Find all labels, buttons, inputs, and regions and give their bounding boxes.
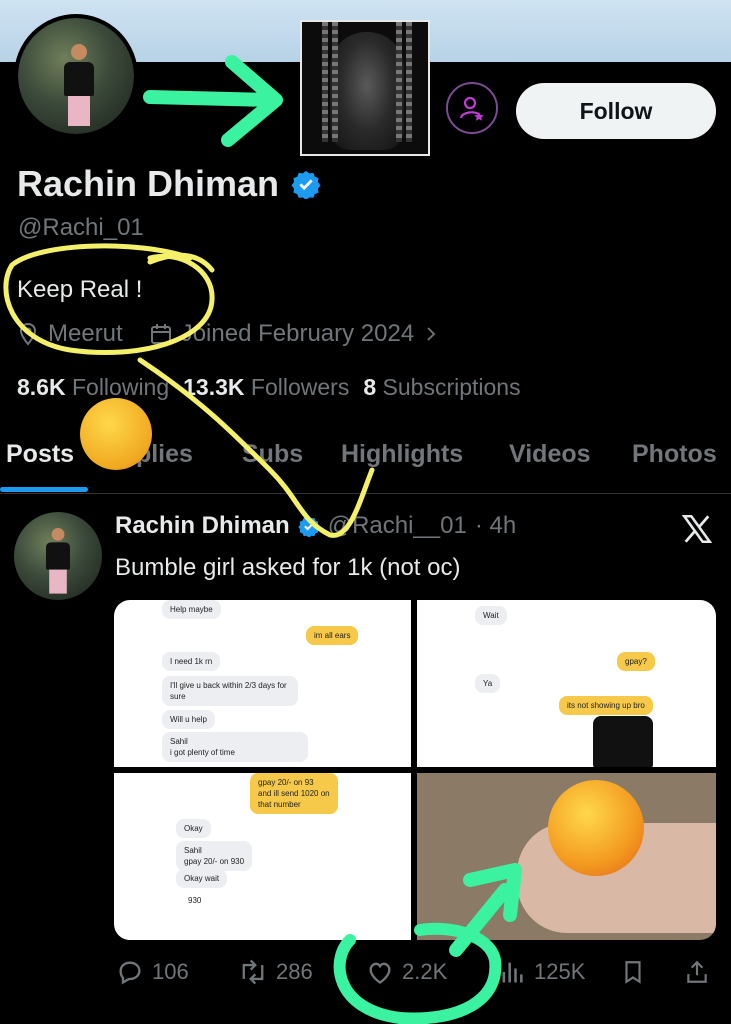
chevron-right-icon bbox=[427, 327, 436, 341]
chat-bubble: Help maybe bbox=[162, 600, 221, 619]
follow-button[interactable]: Follow bbox=[516, 83, 716, 139]
calendar-icon bbox=[150, 324, 171, 344]
chat-bubble: Sahil gpay 20/- on 930 bbox=[176, 841, 253, 871]
verified-badge-icon bbox=[298, 516, 320, 537]
tweet-author-name[interactable]: Rachin Dhiman bbox=[115, 512, 290, 540]
yellow-scribble-top bbox=[147, 252, 215, 273]
chat-bubble: Will u help bbox=[162, 710, 215, 729]
profile-handle: @Rachi_01 bbox=[18, 214, 144, 241]
tab-posts[interactable]: Posts bbox=[6, 440, 74, 469]
reply-icon bbox=[119, 961, 141, 985]
profile-meta: Meerut Joined February 2024 bbox=[16, 320, 440, 348]
tweet-text: Bumble girl asked for 1k (not oc) bbox=[115, 554, 461, 581]
x-logo-icon bbox=[680, 512, 714, 554]
subscribe-button[interactable] bbox=[446, 82, 498, 134]
chat-bubble: Sahil i got plenty of time bbox=[162, 732, 308, 762]
chat-bubble: im all ears bbox=[306, 626, 359, 645]
active-tab-indicator bbox=[0, 487, 88, 492]
view-count: 125K bbox=[534, 959, 586, 984]
share-button[interactable] bbox=[684, 958, 710, 986]
profile-name-row: Rachin Dhiman bbox=[17, 163, 321, 205]
profile-bio: Keep Real ! bbox=[17, 276, 143, 303]
media-image-2[interactable]: Wait gpay? Ya its not showing up bro bbox=[417, 600, 716, 767]
media-image-1[interactable]: Help maybe im all ears I need 1k rn I'll… bbox=[114, 600, 411, 767]
tab-highlights[interactable]: Highlights bbox=[341, 440, 463, 469]
chat-bubble: Okay bbox=[176, 819, 211, 838]
tweet-author-handle[interactable]: @Rachi__01 bbox=[328, 512, 467, 540]
subscriptions-stat[interactable]: 8 Subscriptions bbox=[363, 374, 520, 401]
location-pin-icon bbox=[19, 322, 37, 346]
tweet-time[interactable]: · 4h bbox=[475, 512, 516, 540]
like-count: 2.2K bbox=[402, 959, 448, 984]
angry-pointing-emoji-icon bbox=[548, 780, 644, 876]
profile-avatar[interactable] bbox=[14, 14, 138, 138]
chat-bubble: Wait bbox=[475, 606, 507, 625]
inserted-portrait-photo bbox=[300, 20, 430, 156]
views-button[interactable]: 125K bbox=[498, 958, 585, 986]
repost-icon bbox=[242, 959, 264, 985]
avatar-person bbox=[64, 44, 94, 126]
chat-bubble: gpay? bbox=[617, 652, 655, 671]
media-image-3[interactable]: gpay 20/- on 93 and ill send 1020 on tha… bbox=[114, 773, 411, 940]
following-stat[interactable]: 8.6K Following bbox=[17, 374, 169, 401]
profile-stats: 8.6K Following 13.3K Followers 8 Subscri… bbox=[17, 374, 521, 401]
heart-icon bbox=[369, 962, 391, 984]
tweet-header: Rachin Dhiman @Rachi__01 · 4h bbox=[115, 512, 516, 540]
like-button[interactable]: 2.2K bbox=[366, 958, 447, 986]
chat-bubble: its not showing up bro bbox=[559, 696, 653, 715]
chat-bubble: Ya bbox=[475, 674, 501, 693]
repost-count: 286 bbox=[276, 959, 313, 984]
green-arrow-to-photo bbox=[143, 55, 283, 147]
profile-name: Rachin Dhiman bbox=[17, 163, 280, 204]
bookmark-button[interactable] bbox=[620, 958, 646, 986]
views-bar-icon bbox=[502, 962, 523, 983]
reply-button[interactable]: 106 bbox=[116, 958, 189, 986]
location-item: Meerut bbox=[16, 320, 123, 348]
chat-bubble: 930 bbox=[188, 896, 202, 905]
share-icon bbox=[687, 960, 707, 983]
tab-photos[interactable]: Photos bbox=[632, 440, 717, 469]
repost-button[interactable]: 286 bbox=[238, 958, 313, 986]
tab-subs[interactable]: Subs bbox=[242, 440, 303, 469]
chat-bubble: Okay wait bbox=[176, 869, 228, 888]
thinking-emoji-icon bbox=[80, 398, 152, 470]
chat-bubble: I'll give u back within 2/3 days for sur… bbox=[162, 676, 298, 706]
person-star-icon bbox=[459, 96, 484, 121]
joined-item[interactable]: Joined February 2024 bbox=[149, 320, 440, 348]
verified-badge-icon[interactable] bbox=[291, 169, 321, 199]
phone-image bbox=[593, 716, 653, 767]
tab-videos[interactable]: Videos bbox=[509, 440, 591, 469]
bookmark-icon bbox=[625, 961, 641, 984]
tweet-author-avatar[interactable] bbox=[14, 512, 102, 600]
joined-text: Joined February 2024 bbox=[180, 320, 415, 347]
location-text: Meerut bbox=[48, 320, 123, 347]
tweet-media-grid: Help maybe im all ears I need 1k rn I'll… bbox=[114, 600, 716, 940]
reply-count: 106 bbox=[152, 959, 189, 984]
chat-bubble: gpay 20/- on 93 and ill send 1020 on tha… bbox=[250, 773, 338, 814]
followers-stat[interactable]: 13.3K Followers bbox=[183, 374, 349, 401]
tabs-divider bbox=[0, 493, 731, 494]
chat-bubble: I need 1k rn bbox=[162, 652, 221, 671]
tweet-actions: 106 286 2.2K 125K bbox=[114, 958, 714, 988]
